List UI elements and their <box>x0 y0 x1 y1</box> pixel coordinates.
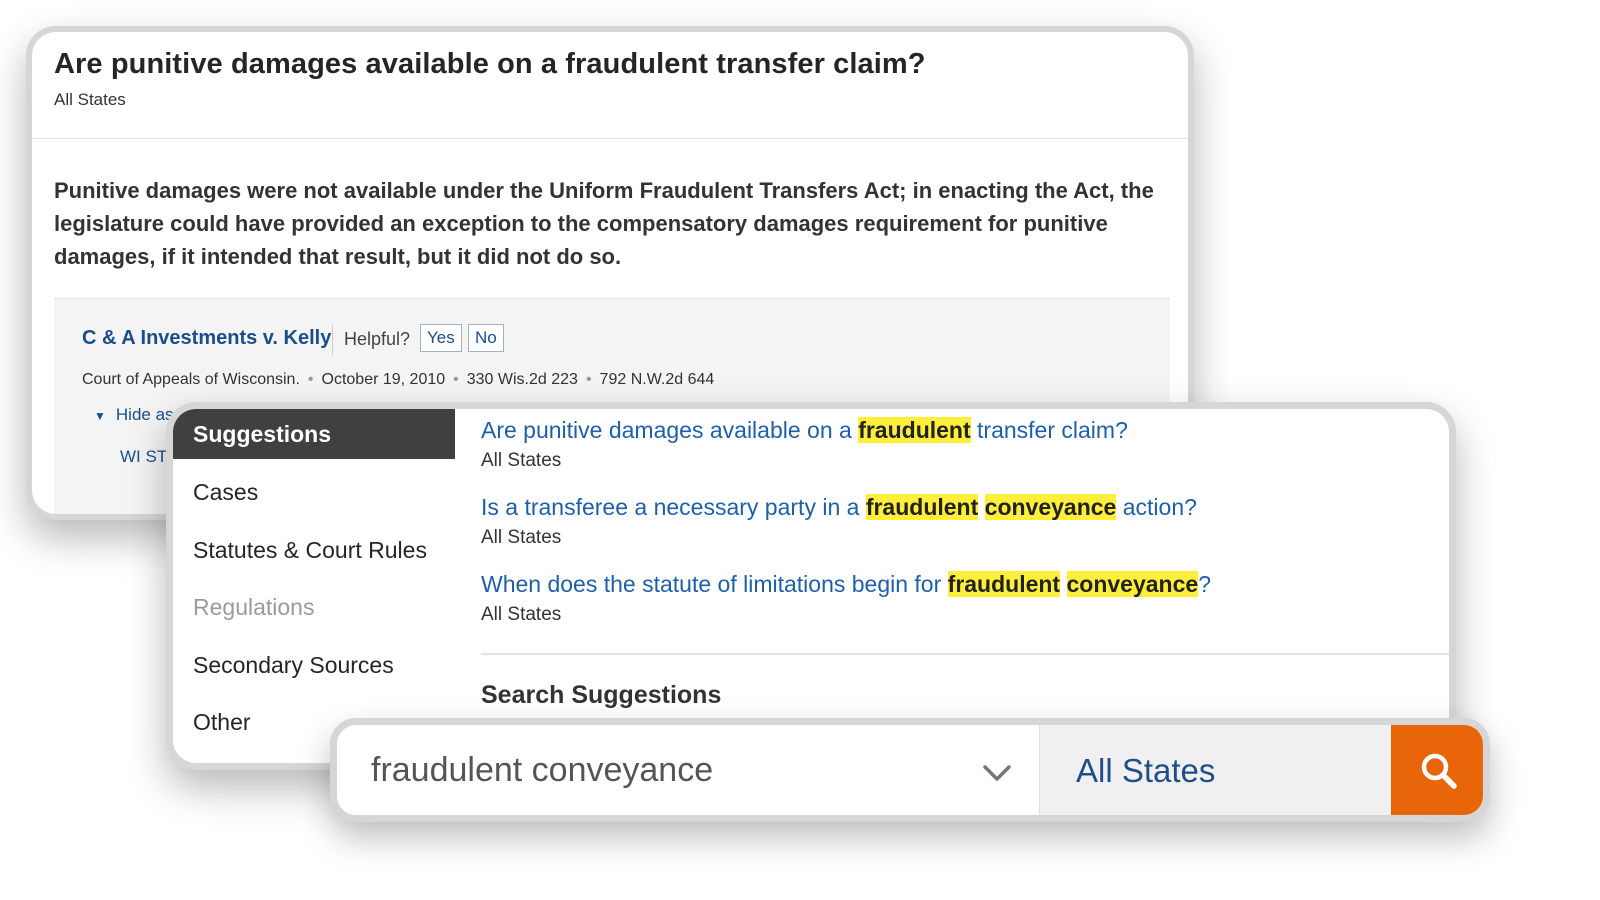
suggestion-question[interactable]: When does the statute of limitations beg… <box>481 571 1211 598</box>
helpful-yes-button[interactable]: Yes <box>420 324 462 352</box>
category-label: Statutes & Court Rules <box>193 537 427 563</box>
category-cases[interactable]: Cases <box>173 467 455 517</box>
suggestion-item[interactable]: Are punitive damages available on a frau… <box>481 417 1128 472</box>
suggestion-text <box>1060 571 1066 597</box>
divider <box>32 138 1188 139</box>
suggestion-text: When does the statute of limitations beg… <box>481 571 948 597</box>
category-list: Suggestions Cases Statutes & Court Rules… <box>173 409 455 763</box>
suggestion-jurisdiction: All States <box>481 450 562 471</box>
category-label: Suggestions <box>193 421 332 447</box>
statute-link[interactable]: WI ST <box>120 447 167 467</box>
chevron-down-icon[interactable] <box>977 753 1017 793</box>
jurisdiction-selector[interactable]: All States <box>1039 725 1391 815</box>
suggestion-text: Is a transferee a necessary party in a <box>481 494 866 520</box>
hide-toggle-label: Hide as <box>115 405 174 424</box>
search-icon <box>1421 753 1457 789</box>
suggestions-dropdown: Suggestions Cases Statutes & Court Rules… <box>166 402 1456 770</box>
case-citation: 792 N.W.2d 644 <box>599 371 715 388</box>
hide-toggle[interactable]: ▼ Hide as <box>94 405 174 425</box>
highlighted-term: fraudulent <box>865 494 979 520</box>
highlighted-term: fraudulent <box>858 417 971 443</box>
separator-dot: • <box>307 371 314 388</box>
category-label: Cases <box>193 479 259 505</box>
case-metadata: Court of Appeals of Wisconsin. • October 1… <box>82 371 714 389</box>
search-input[interactable] <box>337 725 1037 815</box>
suggestion-question[interactable]: Is a transferee a necessary party in a f… <box>481 494 1197 521</box>
category-label: Other <box>193 709 251 735</box>
highlighted-term: conveyance <box>1066 571 1199 597</box>
suggestion-text: ? <box>1198 571 1211 597</box>
suggestion-jurisdiction: All States <box>481 604 562 625</box>
question-jurisdiction: All States <box>54 90 126 109</box>
helpful-no-button[interactable]: No <box>468 324 504 352</box>
divider <box>332 325 333 355</box>
question-title[interactable]: Are punitive damages available on a frau… <box>54 48 926 81</box>
category-regulations[interactable]: Regulations <box>173 582 455 632</box>
search-suggestions-heading: Search Suggestions <box>481 681 722 709</box>
search-bar: All States <box>330 718 1490 822</box>
category-secondary-sources[interactable]: Secondary Sources <box>173 640 455 690</box>
separator-dot: • <box>585 371 592 388</box>
suggestion-text: action? <box>1116 494 1197 520</box>
suggestion-jurisdiction: All States <box>481 527 562 548</box>
case-citation: 330 Wis.2d 223 <box>466 371 578 388</box>
suggestion-text <box>978 494 984 520</box>
highlighted-term: conveyance <box>984 494 1117 520</box>
case-court: Court of Appeals of Wisconsin. <box>82 371 300 388</box>
suggestion-item[interactable]: When does the statute of limitations beg… <box>481 571 1211 626</box>
category-suggestions[interactable]: Suggestions <box>173 409 455 459</box>
category-label: Secondary Sources <box>193 652 394 678</box>
suggestion-text: transfer claim? <box>970 417 1128 443</box>
helpful-label: Helpful? <box>344 329 411 349</box>
suggestion-question[interactable]: Are punitive damages available on a frau… <box>481 417 1128 444</box>
triangle-down-icon: ▼ <box>94 409 106 423</box>
case-name-link[interactable]: C & A Investments v. Kelly <box>82 327 331 350</box>
category-label: Regulations <box>193 594 315 620</box>
divider <box>481 653 1449 655</box>
suggestion-text: Are punitive damages available on a <box>481 417 859 443</box>
search-button[interactable] <box>1391 725 1483 815</box>
suggestion-item[interactable]: Is a transferee a necessary party in a f… <box>481 494 1197 549</box>
category-statutes-court-rules[interactable]: Statutes & Court Rules <box>173 525 455 575</box>
separator-dot: • <box>453 371 459 388</box>
highlighted-term: fraudulent <box>947 571 1061 597</box>
answer-text: Punitive damages were not available unde… <box>54 178 1154 269</box>
case-date: October 19, 2010 <box>321 371 446 388</box>
